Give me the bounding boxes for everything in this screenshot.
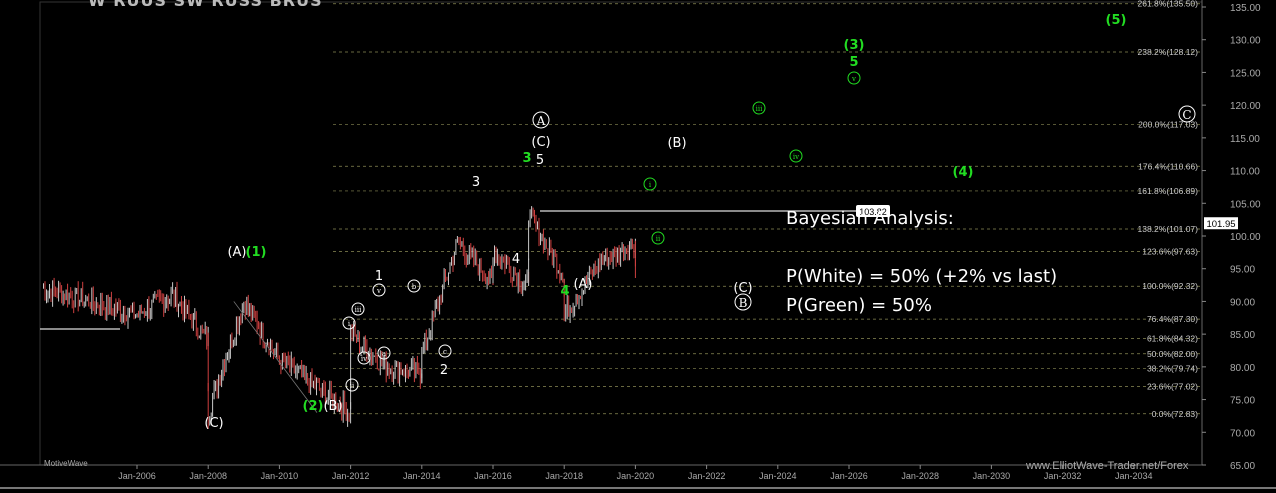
y-tick-label: 135.00 — [1230, 3, 1261, 14]
fib-level-label: 76.4%(87.30) — [1147, 314, 1198, 324]
wave-label: a — [382, 350, 386, 358]
fib-level-label: 61.8%(84.32) — [1147, 334, 1198, 344]
wave-label: (C) — [531, 135, 550, 150]
wave-label: v — [376, 287, 381, 295]
wave-connector — [233, 301, 318, 413]
wave-label: (A) — [573, 277, 592, 292]
y-tick-label: 120.00 — [1230, 101, 1261, 112]
wave-label: (5) — [1106, 13, 1127, 28]
wave-label: (A) — [227, 245, 246, 260]
wave-label: v — [851, 75, 856, 83]
y-tick-label: 115.00 — [1230, 134, 1260, 145]
y-tick-label: 125.00 — [1230, 68, 1261, 79]
wave-label: (1) — [246, 245, 267, 260]
fib-level-label: 161.8%(106.89) — [1138, 186, 1199, 196]
fib-level-label: 38.2%(79.74) — [1147, 364, 1198, 374]
x-tick-label: Jan-2016 — [474, 471, 512, 481]
wave-label: (3) — [844, 38, 865, 53]
analysis-green-probability: P(Green) = 50% — [786, 295, 932, 316]
analysis-white-probability: P(White) = 50% (+2% vs last) — [786, 266, 1058, 287]
wave-label: iv — [793, 153, 799, 161]
last-price-label: 101.95 — [1206, 219, 1235, 230]
fib-level-label: 261.8%(135.50) — [1138, 0, 1199, 9]
x-tick-label: Jan-2034 — [1115, 471, 1153, 481]
x-tick-label: Jan-2032 — [1044, 471, 1082, 481]
chart-title: W RUUS SW RUSS BRUS — [88, 0, 323, 10]
y-tick-label: 130.00 — [1230, 36, 1261, 47]
x-tick-label: Jan-2026 — [830, 471, 868, 481]
wave-label: (B) — [323, 399, 342, 414]
x-tick-label: Jan-2012 — [332, 471, 370, 481]
fib-level-label: 0.0%(72.83) — [1152, 409, 1198, 419]
x-tick-label: Jan-2006 — [118, 471, 156, 481]
y-tick-label: 65.00 — [1230, 461, 1255, 472]
x-tick-label: Jan-2008 — [189, 471, 227, 481]
wave-label: ii — [656, 235, 661, 243]
wave-label: C — [1182, 108, 1191, 122]
wave-label: iv — [361, 355, 367, 363]
wave-label: i — [649, 181, 652, 189]
wave-label: ii — [350, 382, 355, 390]
x-tick-label: Jan-2024 — [759, 471, 797, 481]
app-label: MotiveWave — [44, 459, 88, 468]
wave-label: iii — [756, 105, 763, 113]
y-tick-label: 95.00 — [1230, 265, 1255, 276]
wave-label: 3 — [472, 175, 480, 190]
x-tick-label: Jan-2014 — [403, 471, 441, 481]
wave-label: 4 — [560, 284, 569, 299]
watermark: www.ElliotWave-Trader.net/Forex — [1026, 460, 1189, 472]
wave-label: 2 — [440, 363, 448, 378]
x-tick-label: Jan-2030 — [973, 471, 1011, 481]
y-tick-label: 70.00 — [1230, 428, 1255, 439]
fib-level-label: 23.6%(77.02) — [1147, 381, 1198, 391]
wave-label: b — [412, 283, 417, 291]
wave-label: 3 — [522, 151, 531, 166]
wave-label: 1 — [375, 269, 383, 284]
y-tick-label: 75.00 — [1230, 396, 1255, 407]
wave-label: 4 — [512, 252, 520, 267]
wave-label: (4) — [953, 165, 974, 180]
y-tick-label: 90.00 — [1230, 297, 1255, 308]
wave-label: (C) — [204, 416, 223, 431]
x-tick-label: Jan-2010 — [261, 471, 299, 481]
price-chart[interactable]: 65.00 70.00 75.00 80.00 85.00 90.00 95.00 100.0… — [0, 0, 1276, 493]
x-tick-label: Jan-2020 — [617, 471, 655, 481]
wave-label: A — [536, 114, 546, 128]
wave-label: iii — [355, 306, 362, 314]
analysis-heading: Bayesian Analysis: — [786, 208, 954, 229]
wave-label: B — [739, 296, 748, 310]
fib-level-label: 238.2%(128.12) — [1138, 47, 1199, 57]
wave-label: c — [443, 348, 447, 356]
fib-level-label: 50.0%(82.00) — [1147, 349, 1198, 359]
fib-level-label: 100.0%(92.32) — [1142, 281, 1198, 291]
x-tick-label: Jan-2022 — [688, 471, 726, 481]
x-tick-label: Jan-2018 — [545, 471, 583, 481]
x-tick-label: Jan-2028 — [901, 471, 939, 481]
y-tick-label: 110.00 — [1230, 167, 1260, 178]
fib-level-label: 123.6%(97.63) — [1142, 247, 1198, 257]
wave-label: 5 — [849, 55, 858, 70]
y-tick-label: 85.00 — [1230, 330, 1255, 341]
fib-level-label: 176.4%(110.66) — [1138, 161, 1198, 171]
wave-label: (B) — [667, 136, 686, 151]
y-tick-label: 80.00 — [1230, 363, 1255, 374]
wave-label: (2) — [303, 399, 324, 414]
y-tick-label: 100.00 — [1230, 232, 1261, 243]
wave-label: 5 — [536, 153, 544, 168]
y-tick-label: 105.00 — [1230, 199, 1261, 210]
fib-level-label: 138.2%(101.07) — [1138, 224, 1199, 234]
